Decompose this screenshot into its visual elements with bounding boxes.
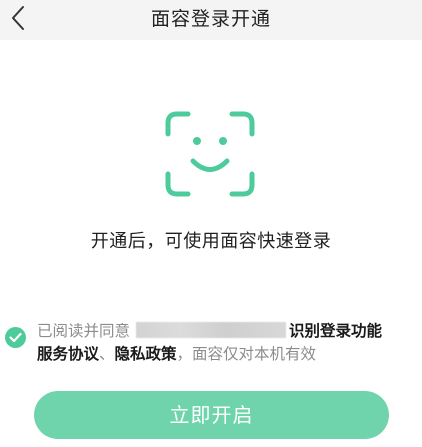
- service-agreement-link[interactable]: 识别登录功能: [289, 322, 382, 340]
- privacy-policy-link[interactable]: 隐私政策: [115, 345, 177, 363]
- agreement-text-line2: 服务协议、隐私政策，面容仅对本机有效: [37, 343, 316, 365]
- agreement-text-line1: 已阅读并同意 识别登录功能: [37, 320, 382, 342]
- face-login-screen: 面容登录开通 开通后，可使用面容快速登录 已阅读并同意 识别登录功能 服务协议、隐…: [0, 0, 422, 447]
- service-agreement-link-cont[interactable]: 服务协议: [37, 345, 99, 363]
- agreement-separator: 、: [99, 345, 115, 363]
- nav-bar: 面容登录开通: [0, 0, 422, 40]
- enable-now-button[interactable]: 立即开启: [34, 391, 389, 439]
- page-title: 面容登录开通: [150, 8, 271, 30]
- agreement-suffix: ，面容仅对本机有效: [176, 345, 317, 363]
- checkmark-icon: [9, 332, 22, 343]
- redacted-text: [136, 322, 287, 338]
- face-id-icon: [165, 111, 255, 197]
- agreement-section: 已阅读并同意 识别登录功能 服务协议、隐私政策，面容仅对本机有效: [0, 318, 422, 368]
- agreement-checkbox[interactable]: [5, 327, 26, 348]
- agreement-prefix: 已阅读并同意: [37, 322, 131, 340]
- feature-description: 开通后，可使用面容快速登录: [90, 231, 332, 252]
